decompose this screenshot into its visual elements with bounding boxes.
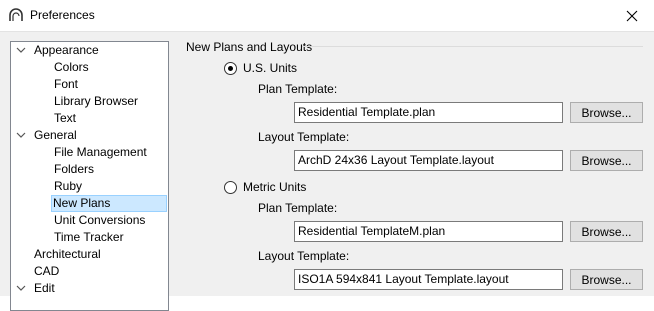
tree-item-label: General (34, 128, 77, 142)
us-layout-browse-button[interactable]: Browse... (570, 150, 643, 171)
tree-item-colors[interactable]: Colors (52, 59, 91, 76)
tree-item-label: Ruby (54, 179, 83, 193)
tree-item-label: Font (54, 77, 79, 91)
metric-plan-browse-button[interactable]: Browse... (570, 221, 643, 242)
tree-item-file-management[interactable]: File Management (52, 144, 149, 161)
tree-item-label: Library Browser (54, 94, 139, 108)
close-icon (626, 10, 638, 21)
tree-item-unit-conversions[interactable]: Unit Conversions (52, 212, 147, 229)
expanded-chevron-icon[interactable] (16, 130, 26, 140)
tree-item-time-tracker[interactable]: Time Tracker (52, 229, 126, 246)
tree-item-label: Unit Conversions (54, 213, 146, 227)
us-units-radio[interactable] (224, 61, 237, 75)
metric-layout-template-label: Layout Template: (258, 249, 350, 263)
expanded-chevron-icon[interactable] (16, 283, 26, 293)
group-title: New Plans and Layouts (186, 40, 313, 54)
tree-item-new-plans[interactable]: New Plans (51, 195, 167, 212)
tree-item-label: Architectural (34, 247, 101, 261)
close-button[interactable] (610, 0, 654, 31)
tree-item-cad[interactable]: CAD (32, 263, 61, 280)
tree-item-architectural[interactable]: Architectural (32, 246, 103, 263)
tree-item-label: Time Tracker (54, 230, 124, 244)
tree-item-appearance[interactable]: Appearance (11, 42, 168, 59)
us-plan-template-label: Plan Template: (258, 82, 338, 96)
metric-units-radio-row[interactable]: Metric Units (224, 180, 306, 194)
tree-item-label: Colors (54, 60, 89, 74)
tree-item-label: CAD (34, 264, 60, 278)
title-bar: Preferences (0, 0, 654, 31)
tree-item-edit[interactable]: Edit (11, 280, 168, 297)
metric-layout-browse-button[interactable]: Browse... (570, 269, 643, 290)
metric-units-label: Metric Units (243, 180, 307, 194)
tree-item-ruby[interactable]: Ruby (52, 178, 84, 195)
category-tree[interactable]: Appearance Colors Font Library Browser T… (10, 41, 169, 311)
metric-plan-template-input[interactable]: Residential TemplateM.plan (294, 221, 563, 242)
tree-item-label: File Management (54, 145, 147, 159)
us-layout-template-label: Layout Template: (258, 130, 350, 144)
metric-units-radio[interactable] (224, 180, 237, 194)
tree-item-folders[interactable]: Folders (52, 161, 96, 178)
tree-item-text[interactable]: Text (52, 110, 78, 127)
us-plan-browse-button[interactable]: Browse... (570, 102, 643, 123)
tree-item-label: Appearance (34, 43, 99, 57)
tree-item-general[interactable]: General (11, 127, 168, 144)
tree-item-label: Text (54, 111, 77, 125)
us-plan-template-input[interactable]: Residential Template.plan (294, 102, 563, 123)
group-divider (302, 46, 643, 47)
us-layout-template-input[interactable]: ArchD 24x36 Layout Template.layout (294, 150, 563, 171)
us-units-radio-row[interactable]: U.S. Units (224, 61, 297, 75)
tree-item-label: Edit (34, 281, 55, 295)
window-title: Preferences (30, 8, 95, 22)
metric-plan-template-label: Plan Template: (258, 201, 338, 215)
tree-item-font[interactable]: Font (52, 76, 80, 93)
tree-item-library-browser[interactable]: Library Browser (52, 93, 140, 110)
tree-item-label: New Plans (51, 195, 167, 212)
expanded-chevron-icon[interactable] (16, 45, 26, 55)
metric-layout-template-input[interactable]: ISO1A 594x841 Layout Template.layout (294, 269, 563, 290)
app-logo-icon (9, 8, 23, 21)
us-units-label: U.S. Units (243, 61, 298, 75)
tree-item-label: Folders (54, 162, 95, 176)
